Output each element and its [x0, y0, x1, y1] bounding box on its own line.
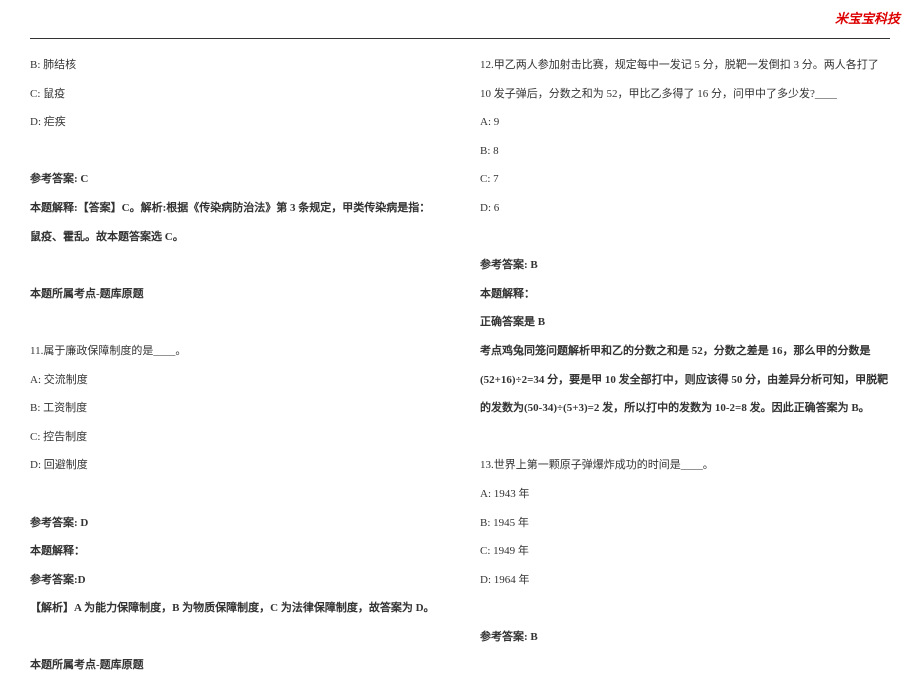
q13-option-c: C: 1949 年: [480, 537, 890, 566]
q10-option-d: D: 疟疾: [30, 108, 440, 137]
q12-option-c: C: 7: [480, 165, 890, 194]
content-columns: B: 肺结核 C: 鼠疫 D: 疟疾 参考答案: C 本题解释:【答案】C。解析…: [30, 51, 890, 680]
q12-explanation-correct: 正确答案是 B: [480, 308, 890, 337]
q10-explanation: 本题解释:【答案】C。解析:根据《传染病防治法》第 3 条规定，甲类传染病是指：…: [30, 194, 440, 251]
q11-explanation-head: 本题解释：: [30, 537, 440, 566]
q11-option-a: A: 交流制度: [30, 366, 440, 395]
q11-option-c: C: 控告制度: [30, 423, 440, 452]
q11-option-d: D: 回避制度: [30, 451, 440, 480]
right-column: 12.甲乙两人参加射击比赛，规定每中一发记 5 分，脱靶一发倒扣 3 分。两人各…: [480, 51, 890, 680]
q13-option-b: B: 1945 年: [480, 509, 890, 538]
q11-option-b: B: 工资制度: [30, 394, 440, 423]
q12-answer-label: 参考答案: B: [480, 251, 890, 280]
left-column: B: 肺结核 C: 鼠疫 D: 疟疾 参考答案: C 本题解释:【答案】C。解析…: [30, 51, 440, 680]
q11-stem: 11.属于廉政保障制度的是____。: [30, 337, 440, 366]
q12-explanation-body: 考点鸡兔同笼问题解析甲和乙的分数之和是 52，分数之差是 16，那么甲的分数是(…: [480, 337, 890, 423]
q11-point: 本题所属考点-题库原题: [30, 651, 440, 680]
q12-option-a: A: 9: [480, 108, 890, 137]
q11-explanation-body: 【解析】A 为能力保障制度，B 为物质保障制度，C 为法律保障制度，故答案为 D…: [30, 594, 440, 623]
q11-answer-label: 参考答案: D: [30, 509, 440, 538]
q10-option-b: B: 肺结核: [30, 51, 440, 80]
q13-option-d: D: 1964 年: [480, 566, 890, 595]
q13-stem: 13.世界上第一颗原子弹爆炸成功的时间是____。: [480, 451, 890, 480]
q12-stem: 12.甲乙两人参加射击比赛，规定每中一发记 5 分，脱靶一发倒扣 3 分。两人各…: [480, 51, 890, 108]
q12-option-d: D: 6: [480, 194, 890, 223]
q13-option-a: A: 1943 年: [480, 480, 890, 509]
horizontal-rule: [30, 38, 890, 39]
watermark: 米宝宝科技: [835, 8, 900, 27]
q11-explanation-ans: 参考答案:D: [30, 566, 440, 595]
q12-explanation-head: 本题解释：: [480, 280, 890, 309]
q13-answer-label: 参考答案: B: [480, 623, 890, 652]
q10-answer-label: 参考答案: C: [30, 165, 440, 194]
q12-option-b: B: 8: [480, 137, 890, 166]
q10-point: 本题所属考点-题库原题: [30, 280, 440, 309]
q10-option-c: C: 鼠疫: [30, 80, 440, 109]
